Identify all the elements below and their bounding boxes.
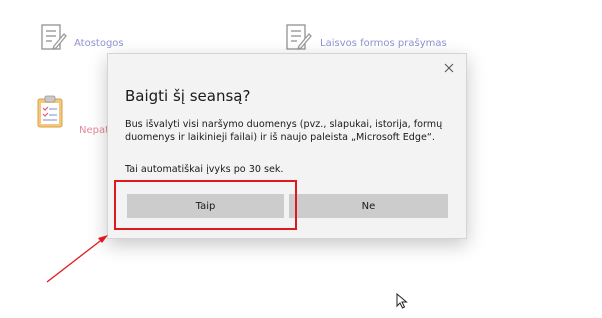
dialog-message: Bus išvalyti visi naršymo duomenys (pvz.… — [125, 119, 443, 143]
close-icon[interactable] — [441, 60, 457, 76]
tile-label: Laisvos formos prašymas — [320, 38, 447, 49]
end-session-dialog: Baigti šį seansą? Bus išvalyti visi narš… — [107, 53, 467, 239]
form-icon — [286, 24, 312, 56]
clipboard-icon — [36, 95, 64, 133]
tile-label: Nepat — [79, 125, 110, 136]
countdown-text: Tai automatiškai įvyks po 30 sek. — [125, 164, 284, 175]
no-button[interactable]: Ne — [289, 194, 448, 218]
dialog-title: Baigti šį seansą? — [125, 87, 251, 105]
yes-button[interactable]: Taip — [127, 194, 284, 218]
form-icon — [41, 24, 67, 56]
mouse-cursor-icon — [396, 292, 408, 313]
tile-label: Atostogos — [74, 38, 124, 49]
